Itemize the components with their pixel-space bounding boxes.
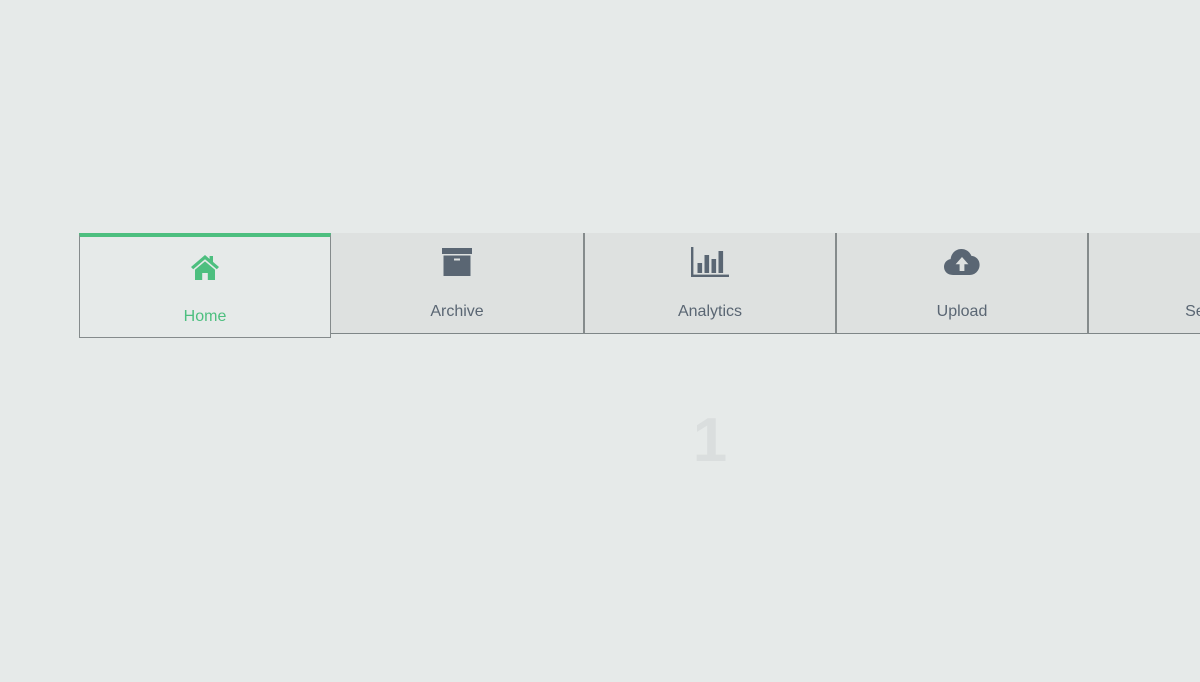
tab-upload[interactable]: Upload xyxy=(835,233,1087,334)
tab-label: Home xyxy=(183,308,227,325)
page: Home Archive Analytics Upload S 1 xyxy=(0,0,1200,682)
tab-label: Upload xyxy=(936,303,988,320)
tab-home[interactable]: Home xyxy=(79,233,331,338)
archive-icon xyxy=(438,246,476,278)
tab-label: Archive xyxy=(430,303,484,320)
bar-chart-icon xyxy=(691,246,729,278)
cloud-upload-icon xyxy=(943,246,981,278)
tab-label: Analytics xyxy=(677,303,743,320)
tab-analytics[interactable]: Analytics xyxy=(583,233,835,334)
tab-bar: Home Archive Analytics Upload S xyxy=(79,233,1200,338)
tab-label: Settings xyxy=(1185,303,1200,320)
tab-panel-number: 1 xyxy=(692,406,728,475)
tab-settings[interactable]: Settings xyxy=(1087,233,1200,334)
gear-icon xyxy=(1195,246,1200,278)
tab-archive[interactable]: Archive xyxy=(331,233,583,334)
home-icon xyxy=(186,251,224,283)
